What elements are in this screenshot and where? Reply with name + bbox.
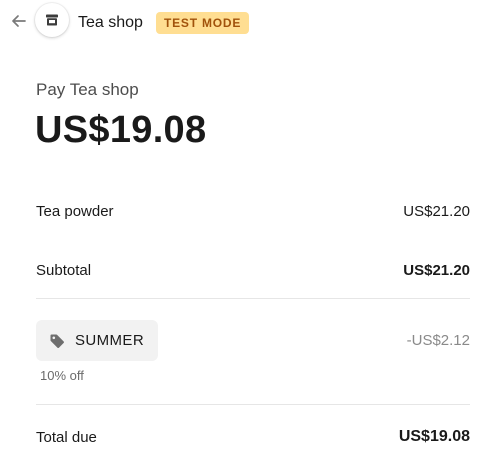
divider [36,404,470,405]
back-button[interactable] [8,10,30,32]
promotion-description: 10% off [40,368,84,383]
divider [36,298,470,299]
shop-avatar [35,3,69,37]
shop-name: Tea shop [78,14,143,31]
total-due-row: Total due US$19.08 [36,426,470,448]
subtotal-row: Subtotal US$21.20 [36,260,470,280]
subtotal-label: Subtotal [36,261,92,279]
total-due-label: Total due [36,428,97,446]
test-mode-badge: TEST MODE [156,12,250,34]
checkout-header: Tea shop TEST MODE [0,0,479,44]
total-amount: US$19.08 [35,109,207,151]
promotion-code: SUMMER [75,332,145,349]
line-item-name: Tea powder [36,202,114,220]
arrow-left-icon [12,15,26,27]
pay-merchant-label: Pay Tea shop [36,80,139,99]
total-due-value: US$19.08 [398,428,470,445]
discount-amount: -US$2.12 [406,332,470,349]
line-item-row: Tea powder US$21.20 [36,201,470,221]
subtotal-value: US$21.20 [403,261,470,279]
line-item-price: US$21.20 [403,202,470,220]
tag-icon [50,334,64,348]
storefront-icon [46,14,58,26]
promotion-code-chip[interactable]: SUMMER [36,320,158,361]
